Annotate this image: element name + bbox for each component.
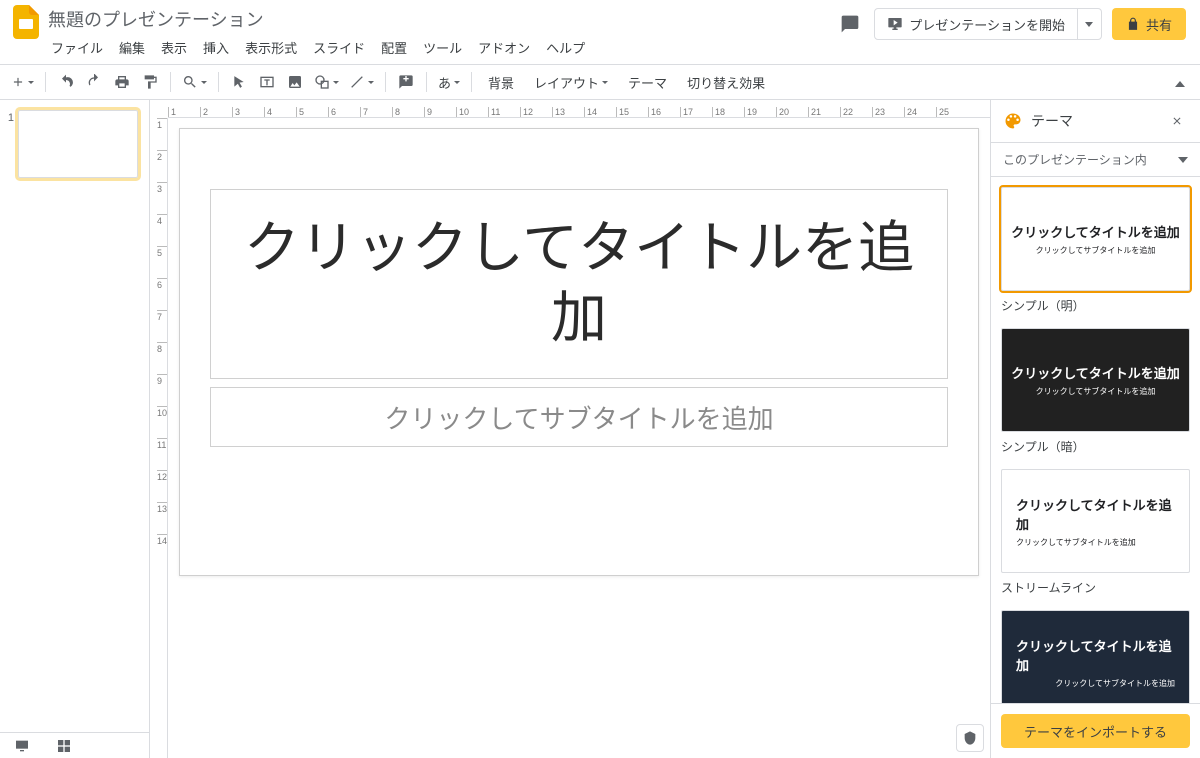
select-tool[interactable] bbox=[227, 69, 251, 95]
themes-list: クリックしてタイトルを追加クリックしてサブタイトルを追加シンプル（明） クリックし… bbox=[991, 177, 1200, 703]
background-button[interactable]: 背景 bbox=[480, 69, 522, 95]
separator bbox=[218, 72, 219, 92]
menu-配置[interactable]: 配置 bbox=[374, 34, 414, 61]
separator bbox=[385, 72, 386, 92]
present-icon bbox=[887, 16, 903, 32]
menu-表示形式[interactable]: 表示形式 bbox=[238, 34, 304, 61]
slide-canvas[interactable]: クリックしてタイトルを追加 クリックしてサブタイトルを追加 bbox=[168, 118, 990, 758]
paint-format-button[interactable] bbox=[138, 69, 162, 95]
theme-option[interactable]: クリックしてタイトルを追加クリックしてサブタイトルを追加シンプル（明） bbox=[1001, 187, 1190, 314]
line-tool[interactable] bbox=[346, 69, 377, 95]
filmstrip-view-toggle bbox=[0, 732, 149, 758]
undo-button[interactable] bbox=[54, 69, 78, 95]
image-tool[interactable] bbox=[283, 69, 307, 95]
theme-option[interactable]: クリックしてタイトルを追加クリックしてサブタイトルを追加フォーカス bbox=[1001, 610, 1190, 703]
shape-tool[interactable] bbox=[311, 69, 342, 95]
panel-subsection-label: このプレゼンテーション内 bbox=[1003, 151, 1147, 168]
comments-icon[interactable] bbox=[836, 10, 864, 38]
textbox-tool[interactable] bbox=[255, 69, 279, 95]
theme-name: ストリームライン bbox=[1001, 579, 1190, 596]
menu-ツール[interactable]: ツール bbox=[416, 34, 469, 61]
share-label: 共有 bbox=[1146, 15, 1172, 34]
present-label: プレゼンテーションを開始 bbox=[909, 15, 1065, 34]
canvas-area: 1234567891011121314151617181920212223242… bbox=[150, 100, 990, 758]
close-icon bbox=[1171, 115, 1183, 127]
menu-編集[interactable]: 編集 bbox=[112, 34, 152, 61]
filmstrip: 1 bbox=[0, 100, 150, 758]
present-dropdown[interactable] bbox=[1077, 9, 1101, 39]
input-tool[interactable]: あ bbox=[435, 69, 463, 95]
layout-button[interactable]: レイアウト bbox=[526, 69, 616, 95]
theme-palette-icon bbox=[1003, 111, 1023, 131]
theme-name: シンプル（明） bbox=[1001, 297, 1190, 314]
menu-ファイル[interactable]: ファイル bbox=[44, 34, 110, 61]
explore-button[interactable] bbox=[956, 724, 984, 752]
panel-header: テーマ bbox=[991, 100, 1200, 143]
menu-スライド[interactable]: スライド bbox=[306, 34, 372, 61]
chevron-down-icon bbox=[1178, 157, 1188, 163]
present-button[interactable]: プレゼンテーションを開始 bbox=[874, 8, 1102, 40]
collapse-toolbar-button[interactable] bbox=[1168, 71, 1192, 97]
theme-button[interactable]: テーマ bbox=[620, 69, 675, 95]
menu-挿入[interactable]: 挿入 bbox=[196, 34, 236, 61]
thumbnail-number: 1 bbox=[6, 110, 14, 178]
panel-subsection-toggle[interactable]: このプレゼンテーション内 bbox=[991, 143, 1200, 177]
separator bbox=[45, 72, 46, 92]
app-header: 無題のプレゼンテーション ファイル編集表示挿入表示形式スライド配置ツールアドオン… bbox=[0, 0, 1200, 64]
menu-表示[interactable]: 表示 bbox=[154, 34, 194, 61]
app-body: 1 12345678910111213141516171819202122232… bbox=[0, 100, 1200, 758]
slide[interactable]: クリックしてタイトルを追加 クリックしてサブタイトルを追加 bbox=[179, 128, 979, 576]
close-panel-button[interactable] bbox=[1166, 110, 1188, 132]
print-button[interactable] bbox=[110, 69, 134, 95]
lock-icon bbox=[1126, 17, 1140, 31]
share-button[interactable]: 共有 bbox=[1112, 8, 1186, 40]
transition-button[interactable]: 切り替え効果 bbox=[679, 69, 773, 95]
separator bbox=[471, 72, 472, 92]
toolbar: あ 背景 レイアウト テーマ 切り替え効果 bbox=[0, 64, 1200, 100]
redo-button[interactable] bbox=[82, 69, 106, 95]
menu-ヘルプ[interactable]: ヘルプ bbox=[539, 34, 592, 61]
separator bbox=[426, 72, 427, 92]
panel-footer: テーマをインポートする bbox=[991, 703, 1200, 758]
menu-bar: ファイル編集表示挿入表示形式スライド配置ツールアドオンヘルプ bbox=[44, 34, 592, 63]
zoom-button[interactable] bbox=[179, 69, 210, 95]
theme-name: シンプル（暗） bbox=[1001, 438, 1190, 455]
menu-アドオン[interactable]: アドオン bbox=[471, 34, 537, 61]
themes-panel: テーマ このプレゼンテーション内 クリックしてタイトルを追加クリックしてサブタイ… bbox=[990, 100, 1200, 758]
theme-option[interactable]: クリックしてタイトルを追加クリックしてサブタイトルを追加ストリームライン bbox=[1001, 469, 1190, 596]
title-placeholder[interactable]: クリックしてタイトルを追加 bbox=[210, 189, 948, 379]
header-actions: プレゼンテーションを開始 共有 bbox=[836, 4, 1192, 40]
slide-thumbnail-1[interactable]: 1 bbox=[6, 110, 143, 178]
add-comment-button[interactable] bbox=[394, 69, 418, 95]
theme-option[interactable]: クリックしてタイトルを追加クリックしてサブタイトルを追加シンプル（暗） bbox=[1001, 328, 1190, 455]
import-theme-button[interactable]: テーマをインポートする bbox=[1001, 714, 1190, 748]
horizontal-ruler: 1234567891011121314151617181920212223242… bbox=[168, 100, 990, 118]
document-title[interactable]: 無題のプレゼンテーション bbox=[44, 4, 592, 34]
chevron-down-icon bbox=[1085, 22, 1093, 27]
filmstrip-view-icon[interactable] bbox=[14, 738, 30, 754]
new-slide-button[interactable] bbox=[8, 69, 37, 95]
grid-view-icon[interactable] bbox=[56, 738, 72, 754]
title-area: 無題のプレゼンテーション ファイル編集表示挿入表示形式スライド配置ツールアドオン… bbox=[44, 4, 592, 63]
subtitle-placeholder[interactable]: クリックしてサブタイトルを追加 bbox=[210, 387, 948, 447]
thumbnail-preview[interactable] bbox=[18, 110, 138, 178]
panel-title: テーマ bbox=[1031, 111, 1158, 131]
slides-logo[interactable] bbox=[8, 4, 44, 40]
vertical-ruler: 1234567891011121314 bbox=[150, 118, 168, 758]
separator bbox=[170, 72, 171, 92]
